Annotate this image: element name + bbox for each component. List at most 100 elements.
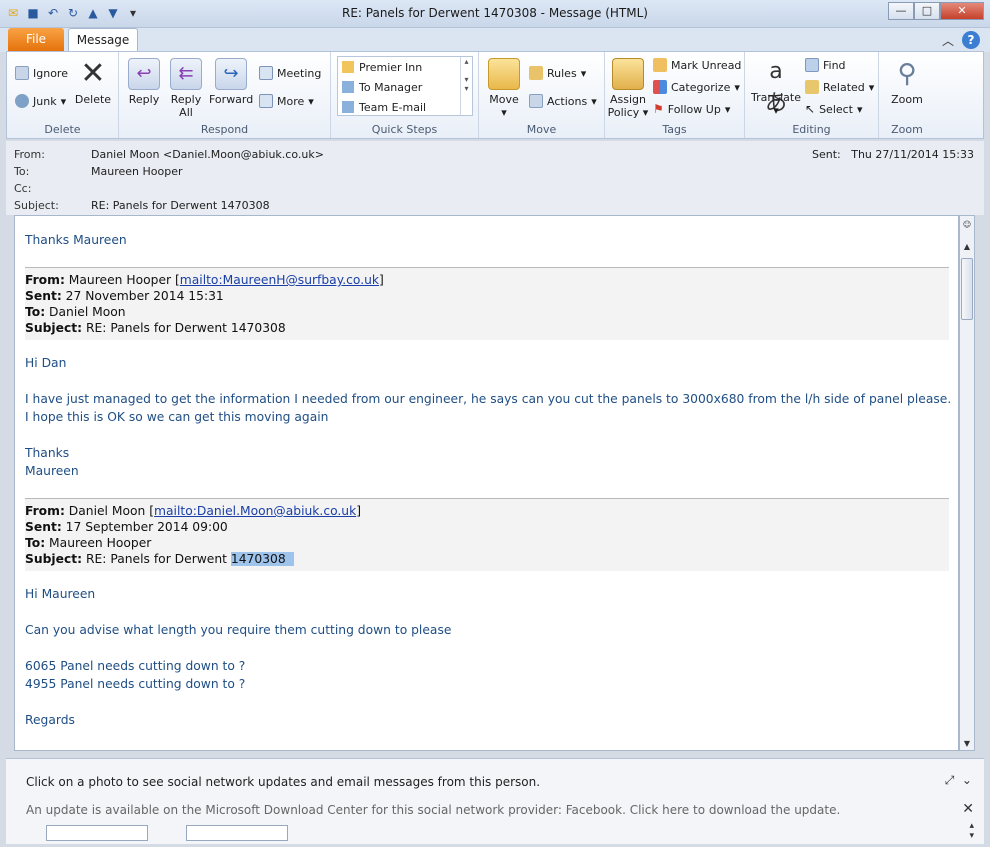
select-button[interactable]: ↖ Select ▾: [805, 102, 863, 116]
close-button[interactable]: ✕: [940, 2, 984, 20]
move-icon: [488, 58, 520, 90]
related-icon: [805, 80, 819, 94]
to-value[interactable]: Maureen Hooper: [91, 165, 183, 178]
quote-line: 6065 Panel needs cutting down to ?: [25, 659, 246, 673]
group-respond: ↩ Reply ⇇ Reply All ↪ Forward Meeting More ▾…: [119, 52, 331, 138]
quote-to-label: To:: [25, 536, 46, 550]
quick-step-icon: [342, 61, 354, 73]
quick-step-item[interactable]: Team E-mail: [338, 97, 472, 117]
actions-icon: [529, 94, 543, 108]
cc-label: Cc:: [14, 182, 32, 195]
scroll-down-icon[interactable]: ▼: [962, 739, 972, 748]
group-label-move: Move: [526, 123, 557, 136]
rules-button[interactable]: Rules ▾: [529, 66, 586, 80]
reply-icon: ↩: [128, 58, 160, 90]
group-label-zoom: Zoom: [891, 123, 923, 136]
quick-step-item[interactable]: Premier Inn: [338, 57, 472, 77]
maximize-button[interactable]: □: [914, 2, 940, 20]
reply-button[interactable]: ↩ Reply: [125, 58, 163, 106]
translate-button[interactable]: aあ Translate ▾: [749, 56, 803, 117]
body-greeting: Thanks Maureen: [25, 233, 127, 247]
reply-all-icon: ⇇: [170, 58, 202, 90]
group-move: Move ▾ Rules ▾ Actions ▾ Move: [479, 52, 605, 138]
message-body[interactable]: Thanks Maureen From: Maureen Hooper [mai…: [14, 215, 959, 751]
quote-from-link[interactable]: mailto:MaureenH@surfbay.co.uk: [180, 273, 379, 287]
quote-from-label: From:: [25, 504, 65, 518]
quote-line: Can you advise what length you require t…: [25, 623, 452, 637]
from-value[interactable]: Daniel Moon <Daniel.Moon@abiuk.co.uk>: [91, 148, 324, 161]
quote-line: 4955 Panel needs cutting down to ?: [25, 677, 246, 691]
minimize-button[interactable]: —: [888, 2, 914, 20]
social-update-notice[interactable]: An update is available on the Microsoft …: [26, 803, 840, 817]
junk-icon: [15, 94, 29, 108]
ignore-button[interactable]: Ignore: [15, 66, 68, 80]
contact-photo[interactable]: [46, 825, 148, 841]
sent-value: Thu 27/11/2014 15:33: [851, 148, 974, 161]
contact-photo[interactable]: [186, 825, 288, 841]
more-button[interactable]: More ▾: [259, 94, 314, 108]
forward-button[interactable]: ↪ Forward: [209, 58, 253, 106]
tab-file[interactable]: File: [8, 28, 64, 51]
quote-salutation: Hi Dan: [25, 356, 67, 370]
actions-button[interactable]: Actions ▾: [529, 94, 597, 108]
move-button[interactable]: Move ▾: [485, 58, 523, 119]
quote-subject-label: Subject:: [25, 321, 83, 335]
mark-unread-icon: [653, 58, 667, 72]
help-icon[interactable]: ?: [962, 31, 980, 49]
scroll-up-icon[interactable]: ▲: [962, 242, 972, 251]
ignore-icon: [15, 66, 29, 80]
group-zoom: ⚲ Zoom Zoom: [879, 52, 935, 138]
magnifier-icon: ⚲: [897, 59, 917, 89]
group-label-quick-steps: Quick Steps: [371, 123, 438, 136]
more-icon: [259, 94, 273, 108]
scroll-thumb[interactable]: [961, 258, 973, 320]
quick-steps-gallery: Premier Inn To Manager Team E-mail ▴ ▾ ▾: [337, 56, 473, 116]
subject-value: RE: Panels for Derwent 1470308: [91, 199, 270, 212]
people-pane-icon[interactable]: ☺: [962, 220, 972, 229]
title-bar: ✉ ■ ↶ ↻ ▲ ▼ ▾ RE: Panels for Derwent 147…: [0, 0, 990, 28]
group-tags: Assign Policy ▾ Mark Unread Categorize ▾ …: [605, 52, 745, 138]
group-delete: Ignore Junk ▾ ✕ Delete Delete: [7, 52, 119, 138]
subject-label: Subject:: [14, 199, 59, 212]
quote-subject-label: Subject:: [25, 552, 83, 566]
tab-message[interactable]: Message: [68, 28, 138, 52]
follow-up-button[interactable]: ⚑ Follow Up ▾: [653, 102, 730, 116]
assign-policy-icon: [612, 58, 644, 90]
forward-icon: ↪: [215, 58, 247, 90]
zoom-button[interactable]: ⚲ Zoom: [885, 58, 929, 106]
find-button[interactable]: Find: [805, 58, 846, 72]
group-label-respond: Respond: [200, 123, 249, 136]
quote-sent-label: Sent:: [25, 520, 62, 534]
quote-from-link[interactable]: mailto:Daniel.Moon@abiuk.co.uk: [154, 504, 356, 518]
quick-step-item[interactable]: To Manager: [338, 77, 472, 97]
rules-icon: [529, 66, 543, 80]
to-label: To:: [14, 165, 30, 178]
mark-unread-button[interactable]: Mark Unread: [653, 58, 741, 72]
flag-icon: ⚑: [653, 102, 664, 116]
group-label-tags: Tags: [662, 123, 687, 136]
expand-pane-icon[interactable]: ⤢ ⌄: [945, 773, 972, 788]
group-label-editing: Editing: [792, 123, 831, 136]
ribbon-tabs: File Message ︿ ?: [0, 28, 990, 52]
categorize-button[interactable]: Categorize ▾: [653, 80, 740, 94]
pane-scroll-icon[interactable]: ▴ ▾: [969, 821, 974, 841]
translate-icon: aあ: [764, 59, 787, 116]
collapse-ribbon-icon[interactable]: ︿: [942, 32, 954, 49]
assign-policy-button[interactable]: Assign Policy ▾: [607, 58, 649, 119]
meeting-button[interactable]: Meeting: [259, 66, 321, 80]
quick-steps-scroll[interactable]: ▴ ▾ ▾: [460, 57, 472, 115]
social-connector-pane: Click on a photo to see social network u…: [6, 758, 984, 844]
message-scrollbar[interactable]: ☺ ▲ ▼: [959, 215, 975, 751]
delete-button[interactable]: ✕ Delete: [73, 58, 113, 107]
close-notice-icon[interactable]: ✕: [962, 801, 974, 817]
reply-all-button[interactable]: ⇇ Reply All: [167, 58, 205, 119]
quote-signoff: Maureen: [25, 464, 79, 478]
ribbon: Ignore Junk ▾ ✕ Delete Delete ↩ Reply ⇇ Rep…: [6, 51, 984, 139]
quote-line: I have just managed to get the informati…: [25, 392, 952, 406]
sent-label: Sent:: [811, 148, 841, 161]
categorize-icon: [653, 80, 667, 94]
junk-button[interactable]: Junk ▾: [15, 94, 66, 108]
quote-to-label: To:: [25, 305, 46, 319]
quote-line: I hope this is OK so we can get this mov…: [25, 410, 329, 424]
related-button[interactable]: Related ▾: [805, 80, 874, 94]
